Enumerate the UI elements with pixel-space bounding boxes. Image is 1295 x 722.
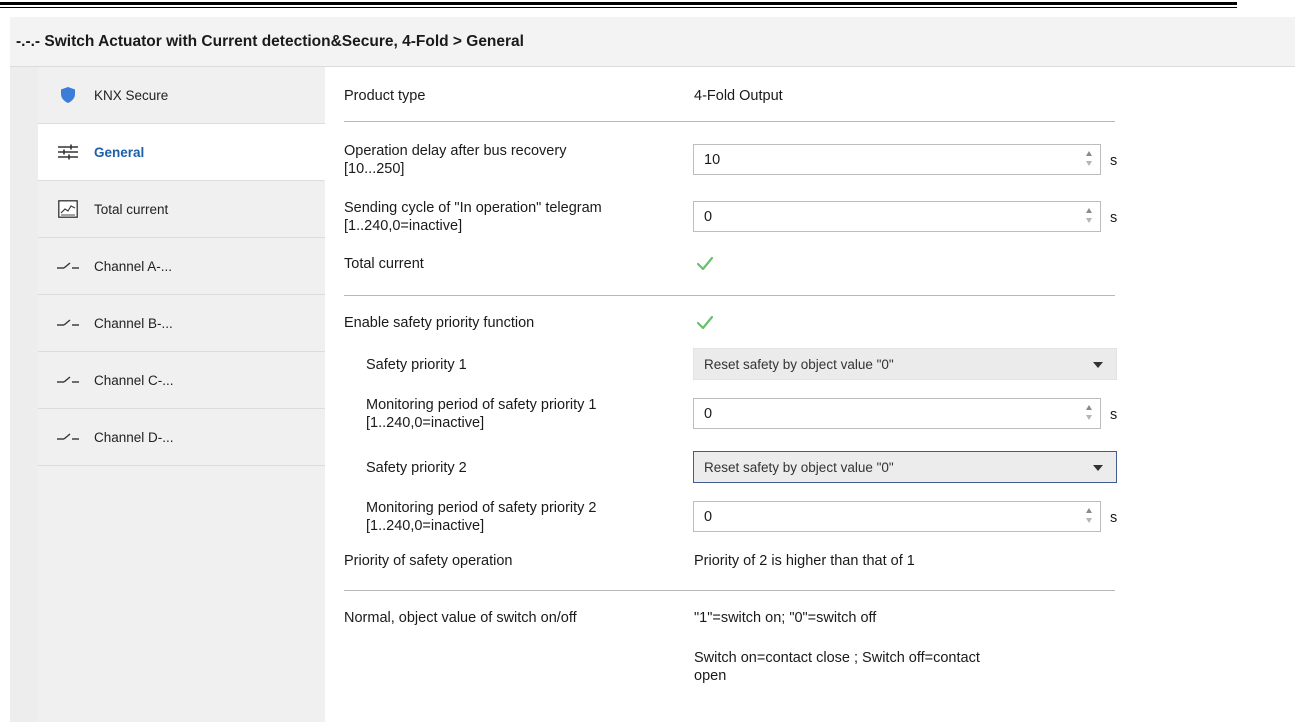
sidebar-item-label: Channel A-... [94,258,173,274]
switch-contact-icon [56,313,80,333]
monitor2-stepper[interactable]: 0 [693,501,1101,532]
sidebar-item-channel-b[interactable]: Channel B-... [38,295,325,352]
switch-contact-icon [56,256,80,276]
priority-op-value: Priority of 2 is higher than that of 1 [694,553,915,569]
top-rule-thin [0,7,1237,8]
product-type-label: Product type [344,88,426,104]
sidebar-item-channel-a[interactable]: Channel A-... [38,238,325,295]
product-type-value: 4-Fold Output [694,88,783,104]
op-delay-label: Operation delay after bus recovery [344,143,567,159]
sidebar-item-label: Channel C-... [94,372,174,388]
monitor2-range: [1..240,0=inactive] [366,518,485,534]
safety2-label: Safety priority 2 [366,460,467,476]
sidebar-item-channel-c[interactable]: Channel C-... [38,352,325,409]
spinner-arrows-icon[interactable] [1084,207,1094,227]
sidebar-item-general[interactable]: General [38,124,325,181]
switch-contact-icon [56,370,80,390]
op-delay-unit: s [1110,153,1118,169]
send-cycle-label: Sending cycle of "In operation" telegram [344,200,602,216]
enable-safety-checkbox[interactable] [695,313,715,333]
monitor1-range: [1..240,0=inactive] [366,415,485,431]
total-current-label: Total current [344,256,424,272]
shield-icon [56,85,80,105]
spinner-arrows-icon[interactable] [1084,150,1094,170]
spinner-arrows-icon[interactable] [1084,507,1094,527]
sidebar-item-label: Channel B-... [94,315,173,331]
top-rule [0,2,1237,5]
monitor1-stepper[interactable]: 0 [693,398,1101,429]
sliders-icon [56,142,80,162]
sidebar-item-knx-secure[interactable]: KNX Secure [38,67,325,124]
send-cycle-range: [1..240,0=inactive] [344,218,463,234]
switch-contact-icon [56,427,80,447]
safety1-label: Safety priority 1 [366,357,467,373]
safety1-select[interactable]: Reset safety by object value "0" [693,348,1117,380]
monitor2-label: Monitoring period of safety priority 2 [366,500,597,516]
send-cycle-stepper[interactable]: 0 [693,201,1101,232]
sidebar-item-channel-d[interactable]: Channel D-... [38,409,325,466]
op-delay-range: [10...250] [344,161,405,177]
monitor2-value: 0 [704,508,713,525]
priority-op-label: Priority of safety operation [344,553,513,569]
sidebar-item-label: Channel D-... [94,429,174,445]
monitor1-value: 0 [704,405,713,422]
normal-value-line1: "1"=switch on; "0"=switch off [694,610,877,626]
op-delay-stepper[interactable]: 10 [693,144,1101,175]
safety2-select[interactable]: Reset safety by object value "0" [693,451,1117,483]
sidebar-item-label: Total current [94,201,169,217]
spinner-arrows-icon[interactable] [1084,404,1094,424]
window-title: -.-.- Switch Actuator with Current detec… [10,17,1295,67]
sidebar: KNX Secure General Total current Channel… [38,67,325,722]
chevron-down-icon [1093,362,1103,368]
sidebar-item-label: General [94,144,145,160]
send-cycle-unit: s [1110,210,1118,226]
divider [344,590,1115,591]
monitor1-label: Monitoring period of safety priority 1 [366,397,597,413]
total-current-checkbox[interactable] [695,254,715,274]
chart-icon [56,199,80,219]
normal-value-label: Normal, object value of switch on/off [344,610,577,626]
safety1-value: Reset safety by object value "0" [704,356,894,372]
chevron-down-icon [1093,465,1103,471]
enable-safety-label: Enable safety priority function [344,315,535,331]
send-cycle-value: 0 [704,208,713,225]
safety2-value: Reset safety by object value "0" [704,459,894,475]
monitor2-unit: s [1110,510,1118,526]
divider [344,295,1115,296]
sidebar-item-label: KNX Secure [94,87,169,103]
normal-value-line2: Switch on=contact close ; Switch off=con… [694,650,980,666]
monitor1-unit: s [1110,407,1118,423]
left-gutter [10,67,38,722]
op-delay-value: 10 [704,151,721,168]
divider [344,121,1115,122]
normal-value-line3: open [694,668,727,684]
sidebar-item-total-current[interactable]: Total current [38,181,325,238]
